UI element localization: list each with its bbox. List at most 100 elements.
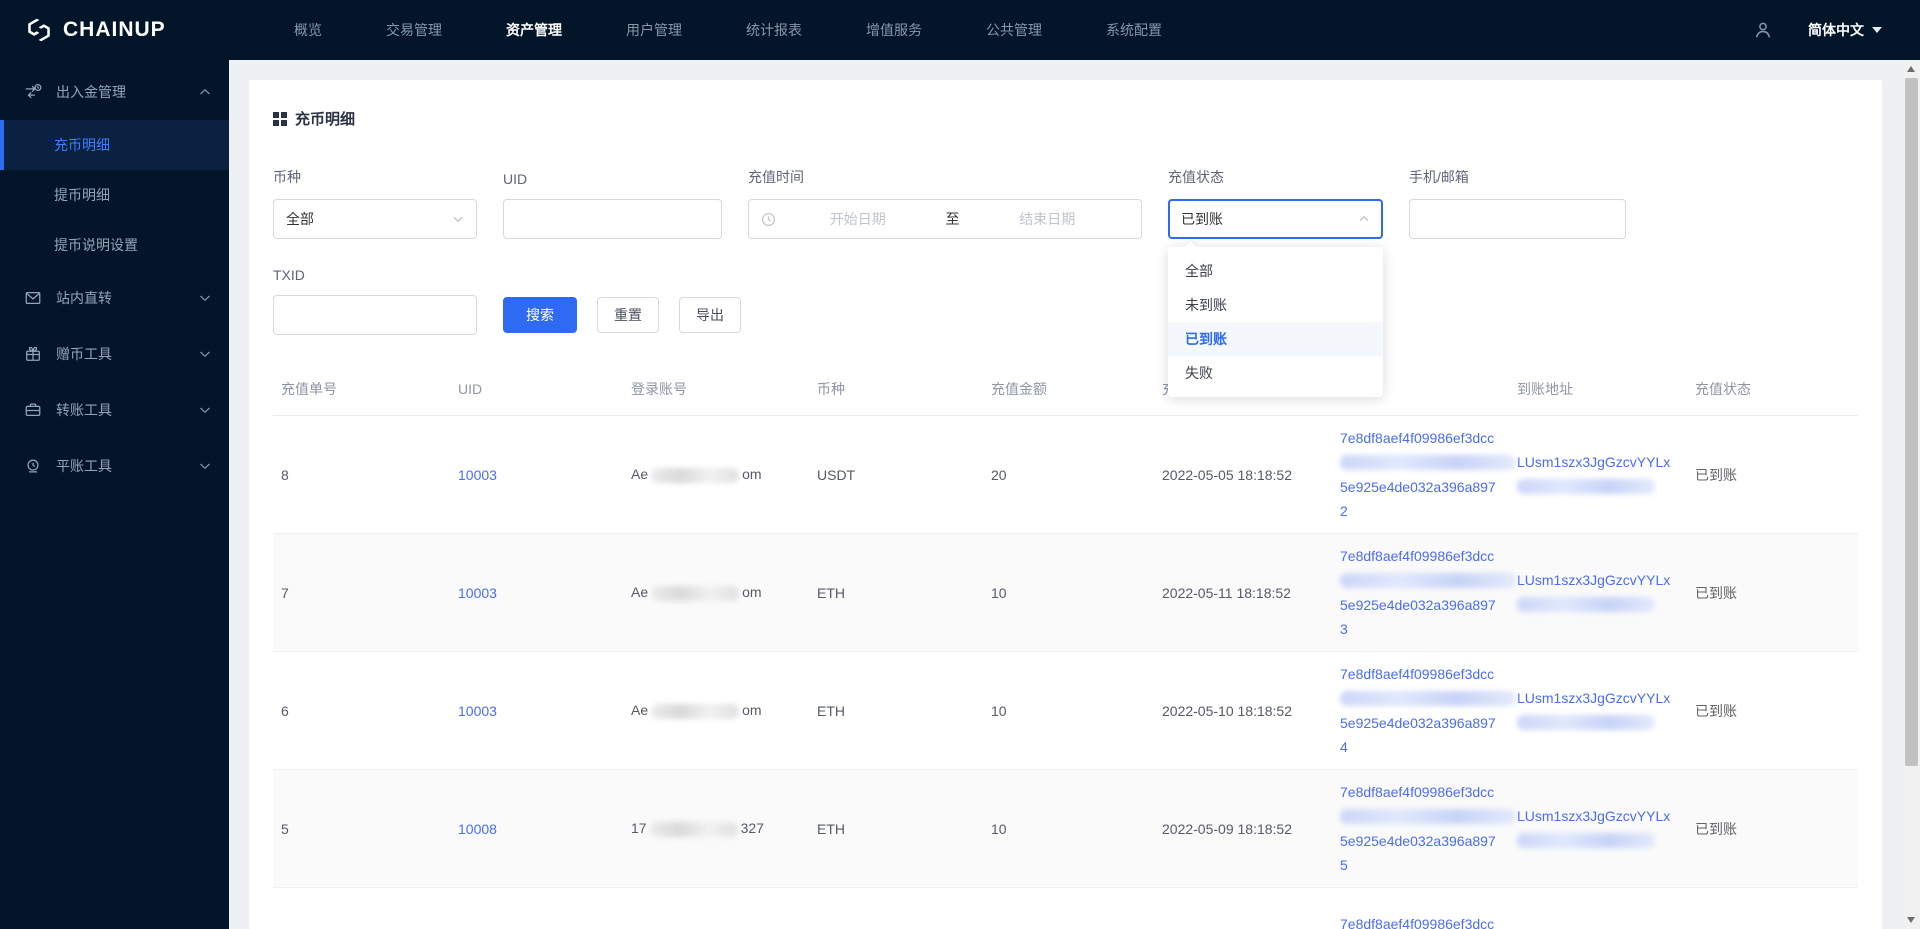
sidebar: 出入金管理 充币明细 提币明细 提币说明设置 站内直转 赠币工具 转账工具 平账…: [0, 60, 229, 929]
time-filter-label: 充值时间: [748, 169, 804, 185]
txid-cell: 7e8df8aef4f09986ef3dcc 5e925e4de032a396a8…: [1332, 533, 1516, 652]
user-icon[interactable]: [1752, 19, 1774, 41]
language-selector[interactable]: 简体中文: [1808, 20, 1882, 40]
txid-link[interactable]: 7e8df8aef4f09986ef3dcc: [1340, 912, 1501, 929]
sidebar-group-deposit-withdraw[interactable]: 出入金管理: [0, 64, 229, 120]
txid-link[interactable]: 5e925e4de032a396a8974: [1340, 711, 1501, 759]
order-cell: 7: [273, 533, 450, 652]
coin-cell: USDT: [809, 415, 983, 534]
uid-link[interactable]: 10003: [458, 585, 497, 601]
status-option-not-arrived[interactable]: 未到账: [1168, 288, 1383, 322]
status-select-value: 已到账: [1181, 211, 1223, 227]
nav-item-public-management[interactable]: 公共管理: [986, 20, 1042, 40]
col-account: 登录账号: [623, 369, 809, 416]
txid-input[interactable]: [273, 295, 477, 335]
scroll-down-arrow-icon[interactable]: [1907, 917, 1915, 923]
reset-button[interactable]: 重置: [597, 297, 659, 333]
status-filter-label: 充值状态: [1168, 169, 1224, 185]
txid-link[interactable]: 7e8df8aef4f09986ef3dcc: [1340, 544, 1501, 568]
txid-link[interactable]: 7e8df8aef4f09986ef3dcc: [1340, 426, 1501, 450]
privacy-mask: [649, 821, 738, 837]
sidebar-group-transfer-tools[interactable]: 转账工具: [0, 382, 229, 438]
address-link[interactable]: LUsm1szx3JgGzcvYYLx: [1517, 686, 1679, 710]
privacy-mask: [651, 585, 740, 601]
start-date-placeholder[interactable]: 开始日期: [776, 209, 940, 229]
txid-cell: 7e8df8aef4f09986ef3dcc 5e925e4de032a396a8…: [1332, 415, 1516, 534]
time-cell: 2022-05-10 18:18:52: [1154, 651, 1332, 770]
txid-link[interactable]: 5e925e4de032a396a8972: [1340, 475, 1501, 523]
txid-cell: 7e8df8aef4f09986ef3dcc 5e925e4de032a396a8…: [1332, 769, 1516, 888]
sidebar-group-gift-coin-tools[interactable]: 赠币工具: [0, 326, 229, 382]
top-navbar: CHAINUP 概览 交易管理 资产管理 用户管理 统计报表 增值服务 公共管理…: [0, 0, 1920, 60]
sidebar-item-label: 充币明细: [54, 137, 110, 153]
deposit-table-body: 8 10003 Ae om USDT 20 2022-05-05 18:18:52 7e8df…: [273, 415, 1858, 929]
status-option-failed[interactable]: 失败: [1168, 356, 1383, 390]
txid-link[interactable]: 7e8df8aef4f09986ef3dcc: [1340, 662, 1501, 686]
sidebar-item-deposit-detail[interactable]: 充币明细: [0, 120, 229, 170]
nav-item-statistics-report[interactable]: 统计报表: [746, 20, 802, 40]
address-cell: LUsm1szx3JgGzcvYYLx: [1509, 769, 1687, 888]
amount-cell: [983, 888, 1154, 929]
txid-link[interactable]: 7e8df8aef4f09986ef3dcc: [1340, 780, 1501, 804]
privacy-mask: [651, 703, 740, 719]
coin-select[interactable]: 全部: [273, 199, 477, 239]
uid-link[interactable]: 10008: [458, 821, 497, 837]
end-date-placeholder[interactable]: 结束日期: [966, 209, 1130, 229]
scrollbar-thumb[interactable]: [1905, 78, 1918, 766]
nav-item-system-config[interactable]: 系统配置: [1106, 20, 1162, 40]
status-cell: 已到账: [1687, 769, 1858, 888]
status-cell: 已到账: [1687, 533, 1858, 652]
address-link[interactable]: LUsm1szx3JgGzcvYYLx: [1517, 450, 1679, 474]
nav-item-user-management[interactable]: 用户管理: [626, 20, 682, 40]
status-option-arrived[interactable]: 已到账: [1168, 322, 1383, 356]
export-button[interactable]: 导出: [679, 297, 741, 333]
chainup-logo[interactable]: CHAINUP: [24, 16, 174, 44]
account-cell: Ae om: [623, 651, 809, 770]
account-cell: Ae om: [623, 533, 809, 652]
grid-icon: [273, 111, 287, 126]
uid-filter-label: UID: [503, 171, 528, 187]
search-button[interactable]: 搜索: [503, 297, 577, 333]
address-link[interactable]: LUsm1szx3JgGzcvYYLx: [1517, 568, 1679, 592]
contact-input[interactable]: [1409, 199, 1626, 239]
txid-link[interactable]: 5e925e4de032a396a8975: [1340, 829, 1501, 877]
chevron-up-icon: [1358, 213, 1370, 225]
vertical-scrollbar[interactable]: [1903, 60, 1920, 929]
status-option-all[interactable]: 全部: [1168, 254, 1383, 288]
table-header-row: 充值单号 UID 登录账号 币种 充值金额 充值时间 TXID 到账地址 充值状…: [273, 369, 1858, 416]
deposit-time-range-input[interactable]: 开始日期 至 结束日期: [748, 199, 1142, 239]
account-cell: 17 327: [623, 769, 809, 888]
uid-link[interactable]: 10003: [458, 467, 497, 483]
chevron-down-icon: [1872, 27, 1882, 33]
sidebar-item-withdraw-detail[interactable]: 提币明细: [0, 170, 229, 220]
sidebar-group-internal-transfer[interactable]: 站内直转: [0, 270, 229, 326]
briefcase-icon: [24, 401, 42, 419]
sidebar-item-label: 提币说明设置: [54, 237, 138, 253]
sidebar-group-label: 转账工具: [56, 402, 112, 418]
gift-icon: [24, 345, 42, 363]
privacy-mask: [1340, 691, 1516, 706]
nav-item-trade-management[interactable]: 交易管理: [386, 20, 442, 40]
status-cell: [1687, 888, 1858, 929]
amount-cell: 20: [983, 415, 1154, 534]
sidebar-item-withdraw-note-settings[interactable]: 提币说明设置: [0, 220, 229, 270]
txid-link[interactable]: 5e925e4de032a396a8973: [1340, 593, 1501, 641]
coin-cell: ETH: [809, 651, 983, 770]
privacy-mask: [1517, 597, 1655, 612]
chevron-down-icon: [199, 462, 211, 470]
uid-input[interactable]: [503, 199, 722, 239]
status-select[interactable]: 已到账: [1168, 199, 1383, 239]
top-menu: 概览 交易管理 资产管理 用户管理 统计报表 增值服务 公共管理 系统配置: [294, 20, 1162, 40]
address-cell: LUsm1szx3JgGzcvYYLx: [1509, 533, 1687, 652]
language-label: 简体中文: [1808, 22, 1864, 38]
nav-item-asset-management[interactable]: 资产管理: [506, 20, 562, 40]
status-dropdown-panel: 全部 未到账 已到账 失败: [1168, 247, 1383, 397]
address-link[interactable]: LUsm1szx3JgGzcvYYLx: [1517, 804, 1679, 828]
uid-link[interactable]: 10003: [458, 703, 497, 719]
amount-cell: 10: [983, 651, 1154, 770]
sidebar-group-balance-tools[interactable]: 平账工具: [0, 438, 229, 494]
nav-item-value-added-services[interactable]: 增值服务: [866, 20, 922, 40]
uid-cell: 10003: [450, 415, 623, 534]
scroll-up-arrow-icon[interactable]: [1907, 66, 1915, 72]
nav-item-overview[interactable]: 概览: [294, 20, 322, 40]
